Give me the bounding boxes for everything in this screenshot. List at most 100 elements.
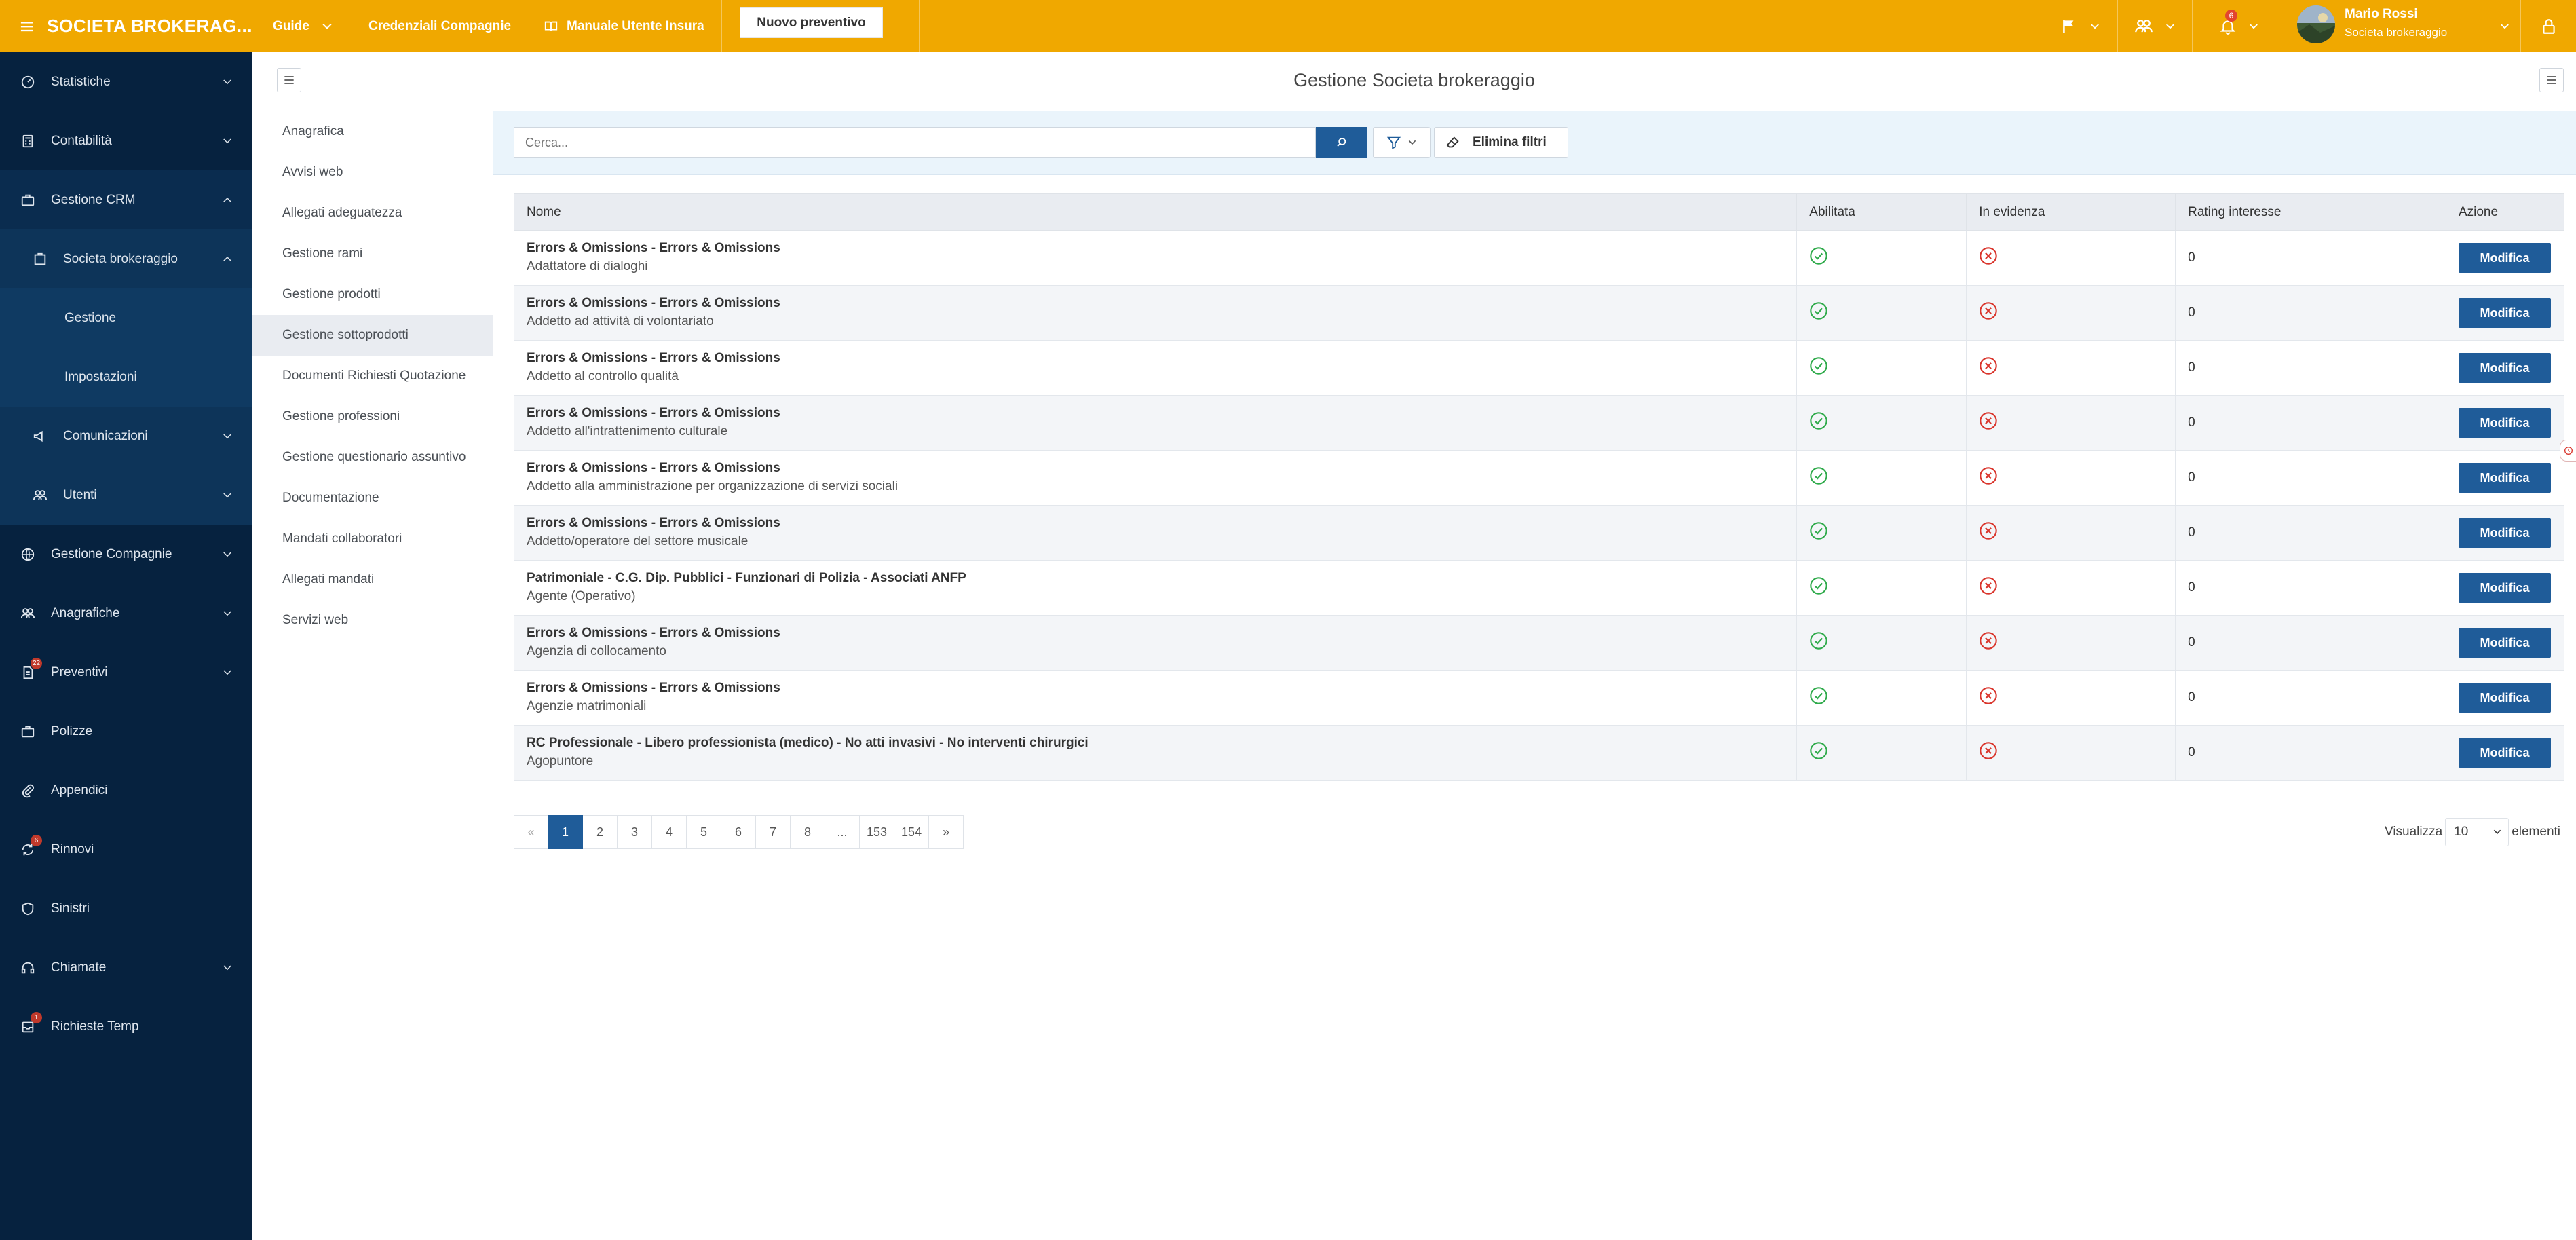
check-circle-icon — [1810, 247, 1827, 265]
submenu-item-allegati-mandati[interactable]: Allegati mandati — [252, 559, 493, 600]
pagination-page[interactable]: 1 — [548, 815, 583, 849]
cell-azione: Modifica — [2445, 450, 2565, 506]
modifica-button[interactable]: Modifica — [2458, 408, 2551, 438]
chevron-down-icon — [322, 23, 332, 29]
submenu-item-gestione-sottoprodotti[interactable]: Gestione sottoprodotti — [252, 315, 493, 356]
pagination-page[interactable]: 6 — [721, 815, 756, 849]
pagination-next[interactable]: » — [929, 815, 964, 849]
pagination-page[interactable]: 3 — [618, 815, 652, 849]
search-input[interactable] — [514, 127, 1316, 158]
modifica-button[interactable]: Modifica — [2458, 683, 2551, 713]
sidebar-item-label: Polizze — [51, 724, 93, 738]
richieste-badge: 1 — [31, 1012, 42, 1023]
users-menu[interactable] — [2117, 0, 2192, 52]
side-drawer-handle[interactable] — [2560, 440, 2576, 462]
sidebar-item-gestione-crm[interactable]: Gestione CRM — [0, 170, 252, 229]
pagination-page[interactable]: 2 — [583, 815, 618, 849]
credenziali-compagnie-link[interactable]: Credenziali Compagnie — [352, 0, 527, 52]
modifica-button[interactable]: Modifica — [2458, 573, 2551, 603]
submenu-item-gestione-professioni[interactable]: Gestione professioni — [252, 396, 493, 437]
row-title: Errors & Omissions - Errors & Omissions — [527, 406, 780, 420]
page-size-suffix: elementi — [2512, 825, 2561, 839]
sidebar-item-label: Sinistri — [51, 901, 90, 916]
sidebar-item-label: Richieste Temp — [51, 1019, 139, 1034]
modifica-button[interactable]: Modifica — [2458, 353, 2551, 383]
submenu-item-allegati-adeguatezza[interactable]: Allegati adeguatezza — [252, 193, 493, 233]
pagination-prev[interactable]: « — [514, 815, 548, 849]
submenu-item-gestione-rami[interactable]: Gestione rami — [252, 233, 493, 274]
sidebar-item-gestione-compagnie[interactable]: Gestione Compagnie — [0, 525, 252, 584]
sidebar-item-contabilita[interactable]: Contabilità — [0, 111, 252, 170]
sidebar-item-preventivi[interactable]: 22 Preventivi — [0, 643, 252, 702]
pagination-page[interactable]: 5 — [687, 815, 721, 849]
submenu-item-avvisi-web[interactable]: Avvisi web — [252, 152, 493, 193]
submenu-item-documenti-richiesti-quotazione[interactable]: Documenti Richiesti Quotazione — [252, 356, 493, 396]
row-title: RC Professionale - Libero professionista… — [527, 736, 1088, 750]
search-button[interactable] — [1316, 127, 1367, 158]
column-header-abilitata[interactable]: Abilitata — [1796, 193, 1967, 231]
page-title: Gestione Societa brokeraggio — [1293, 70, 1535, 90]
submenu-item-gestione-questionario-assuntivo[interactable]: Gestione questionario assuntivo — [252, 437, 493, 478]
pagination-page[interactable]: 4 — [652, 815, 687, 849]
sidebar-item-impostazioni[interactable]: Impostazioni — [0, 347, 252, 407]
cell-nome: Errors & Omissions - Errors & Omissions A… — [513, 615, 1798, 671]
submenu-item-gestione-prodotti[interactable]: Gestione prodotti — [252, 274, 493, 315]
gauge-icon — [21, 75, 35, 88]
cell-in-evidenza — [1966, 230, 2176, 286]
notifications-menu[interactable]: 6 — [2192, 0, 2286, 52]
chevron-up-icon — [223, 256, 231, 261]
page-size-select[interactable]: 10 — [2445, 818, 2509, 846]
pagination-page[interactable]: 154 — [894, 815, 930, 849]
column-header-nome[interactable]: Nome — [513, 193, 1798, 231]
sidebar-item-societa-brokeraggio[interactable]: Societa brokeraggio — [0, 229, 252, 288]
sidebar-item-anagrafiche[interactable]: Anagrafiche — [0, 584, 252, 643]
check-circle-icon — [1810, 577, 1827, 595]
modifica-button[interactable]: Modifica — [2458, 738, 2551, 768]
avatar[interactable] — [2297, 5, 2335, 43]
nuovo-preventivo-button[interactable]: Nuovo preventivo — [740, 7, 883, 38]
pagination-page[interactable]: 7 — [756, 815, 791, 849]
modifica-button[interactable]: Modifica — [2458, 243, 2551, 273]
submenu-item-servizi-web[interactable]: Servizi web — [252, 600, 493, 641]
pagination-page[interactable]: 8 — [791, 815, 825, 849]
submenu-item-mandati-collaboratori[interactable]: Mandati collaboratori — [252, 519, 493, 559]
chevron-down-icon — [1408, 140, 1416, 145]
hamburger-menu-icon[interactable] — [19, 14, 35, 39]
sidebar-item-sinistri[interactable]: Sinistri — [0, 879, 252, 938]
sidebar-item-comunicazioni[interactable]: Comunicazioni — [0, 407, 252, 466]
sidebar-item-label: Gestione Compagnie — [51, 546, 172, 561]
lock-button[interactable] — [2520, 0, 2576, 52]
sidebar-item-richieste-temp[interactable]: 1 Richieste Temp — [0, 997, 252, 1056]
flag-icon — [2062, 19, 2073, 33]
row-title: Errors & Omissions - Errors & Omissions — [527, 681, 780, 695]
flag-menu[interactable] — [2043, 0, 2117, 52]
column-header-rating-interesse[interactable]: Rating interesse — [2175, 193, 2446, 231]
sidebar-item-chiamate[interactable]: Chiamate — [0, 938, 252, 997]
book-icon — [544, 21, 558, 31]
modifica-button[interactable]: Modifica — [2458, 463, 2551, 493]
submenu-item-anagrafica[interactable]: Anagrafica — [252, 111, 493, 152]
modifica-button[interactable]: Modifica — [2458, 628, 2551, 658]
pagination-page[interactable]: 153 — [860, 815, 895, 849]
sidebar-item-gestione[interactable]: Gestione — [0, 288, 252, 347]
cell-rating: 0 — [2175, 670, 2446, 726]
sidebar-item-rinnovi[interactable]: 6 Rinnovi — [0, 820, 252, 879]
modifica-button[interactable]: Modifica — [2458, 518, 2551, 548]
sidebar-item-appendici[interactable]: Appendici — [0, 761, 252, 820]
cell-abilitata — [1796, 615, 1967, 671]
sidebar-item-label: Preventivi — [51, 664, 108, 679]
sidebar-item-utenti[interactable]: Utenti — [0, 466, 252, 525]
submenu-item-documentazione[interactable]: Documentazione — [252, 478, 493, 519]
guide-menu[interactable]: Guide — [257, 0, 350, 52]
check-circle-icon — [1810, 742, 1827, 759]
clear-filters-button[interactable]: Elimina filtri — [1434, 127, 1568, 158]
filter-dropdown-button[interactable] — [1373, 127, 1431, 158]
manuale-utente-link[interactable]: Manuale Utente Insura — [527, 0, 721, 52]
sidebar-item-polizze[interactable]: Polizze — [0, 702, 252, 761]
cell-nome: Errors & Omissions - Errors & Omissions A… — [513, 505, 1798, 561]
sidebar-item-statistiche[interactable]: Statistiche — [0, 52, 252, 111]
page-menu-button[interactable] — [2539, 68, 2564, 92]
modifica-button[interactable]: Modifica — [2458, 298, 2551, 328]
column-header-in-evidenza[interactable]: In evidenza — [1966, 193, 2176, 231]
sidebar: Statistiche Contabilità Gestione CRM Soc… — [0, 52, 252, 1240]
